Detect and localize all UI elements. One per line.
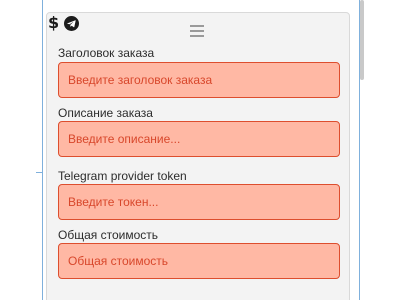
provider-token-label: Telegram provider token [58,169,187,183]
order-title-label: Заголовок заказа [58,46,155,60]
total-price-label: Общая стоимость [58,228,158,242]
canvas-guide-tick [36,172,43,173]
telegram-icon [64,15,80,31]
dollar-icon: $ [48,13,60,32]
total-price-input[interactable] [58,243,340,279]
editor-canvas: $ Заголовок заказа Описание заказа Teleg… [0,0,400,300]
drag-handle-icon[interactable] [190,24,204,38]
order-description-input[interactable] [58,121,340,157]
provider-token-input[interactable] [58,184,340,220]
canvas-guide-left [42,0,43,300]
order-description-label: Описание заказа [58,106,153,120]
vertical-scrollbar[interactable] [360,0,364,80]
block-type-icons: $ [48,13,80,32]
order-title-input[interactable] [58,62,340,98]
